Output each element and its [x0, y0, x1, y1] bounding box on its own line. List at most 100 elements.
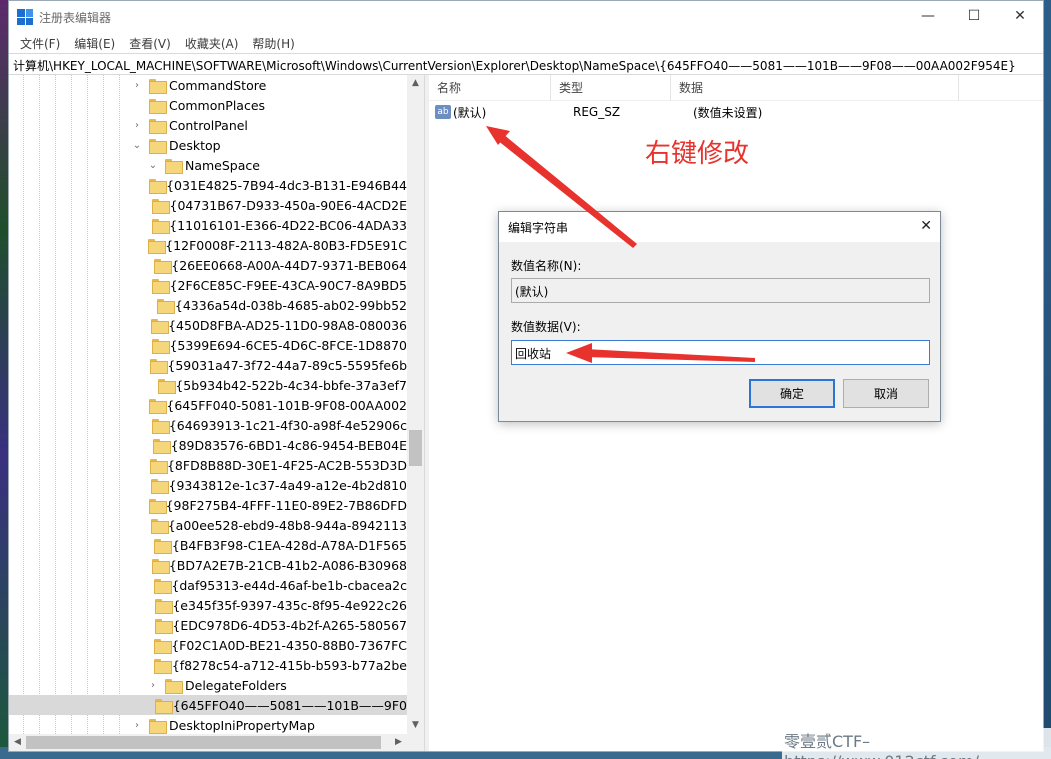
tree-node[interactable]: {12F0008F-2113-482A-80B3-FD5E91C	[9, 235, 407, 255]
tree-node[interactable]: CommonPlaces	[9, 95, 407, 115]
tree-node[interactable]: {26EE0668-A00A-44D7-9371-BEB064	[9, 255, 407, 275]
menu-help[interactable]: 帮助(H)	[245, 35, 301, 52]
dialog-title-bar[interactable]: 编辑字符串 ✕	[499, 212, 940, 242]
edit-string-dialog: 编辑字符串 ✕ 数值名称(N): (默认) 数值数据(V): 回收站 确定 取消	[498, 211, 941, 422]
ok-button[interactable]: 确定	[749, 379, 835, 408]
folder-icon	[148, 498, 167, 514]
tree-node-label: {B4FB3F98-C1EA-428d-A78A-D1F565	[171, 537, 407, 553]
value-row-default[interactable]: ab (默认) REG_SZ (数值未设置)	[429, 101, 1043, 123]
menu-view[interactable]: 查看(V)	[122, 35, 178, 52]
tree-horizontal-scrollbar[interactable]: ◀ ▶	[9, 734, 407, 751]
tree-node[interactable]: {f8278c54-a712-415b-b593-b77a2be	[9, 655, 407, 675]
string-value-icon: ab	[435, 105, 451, 119]
maximize-button[interactable]: ☐	[951, 1, 997, 31]
tree-node[interactable]: {B4FB3F98-C1EA-428d-A78A-D1F565	[9, 535, 407, 555]
tree-node[interactable]: {2F6CE85C-F9EE-43CA-90C7-8A9BD5	[9, 275, 407, 295]
folder-icon	[157, 298, 175, 314]
folder-icon	[151, 478, 170, 494]
tree-node-label: {BD7A2E7B-21CB-41b2-A086-B30968	[168, 557, 407, 573]
tree-node[interactable]: {64693913-1c21-4f30-a98f-4e52906c	[9, 415, 407, 435]
tree-node[interactable]: {031E4825-7B94-4dc3-B131-E946B44	[9, 175, 407, 195]
tree-node[interactable]: {daf95313-e44d-46af-be1b-cbacea2c	[9, 575, 407, 595]
tree-node[interactable]: {9343812e-1c37-4a49-a12e-4b2d810	[9, 475, 407, 495]
tree-node-label: {64693913-1c21-4f30-a98f-4e52906c	[168, 417, 407, 433]
tree-scroll-thumb[interactable]	[409, 430, 422, 466]
title-bar[interactable]: 注册表编辑器 — ☐ ✕	[9, 1, 1043, 33]
tree-node-label: {8FD8B88D-30E1-4F25-AC2B-553D3D	[166, 457, 407, 473]
folder-icon	[149, 398, 168, 414]
tree-node-label: {a00ee528-ebd9-48b8-944a-8942113	[167, 517, 407, 533]
tree-node-label: {11016101-E366-4D22-BC06-4ADA33	[169, 217, 407, 233]
collapse-chevron-icon[interactable]: ⌄	[147, 160, 159, 171]
tree-node[interactable]: {89D83576-6BD1-4c86-9454-BEB04E	[9, 435, 407, 455]
tree-node[interactable]: {645FFO40——5081——101B——9F0	[9, 695, 407, 715]
scroll-up-icon[interactable]: ▲	[407, 75, 424, 92]
folder-icon	[149, 458, 168, 474]
value-data: (数值未设置)	[693, 105, 763, 120]
column-data[interactable]: 数据	[671, 74, 959, 101]
tree-node[interactable]: {98F275B4-4FFF-11E0-89E2-7B86DFD	[9, 495, 407, 515]
tree-node[interactable]: {450D8FBA-AD25-11D0-98A8-080036	[9, 315, 407, 335]
tree-node[interactable]: {5b934b42-522b-4c34-bbfe-37a3ef7	[9, 375, 407, 395]
tree-node[interactable]: {11016101-E366-4D22-BC06-4ADA33	[9, 215, 407, 235]
tree-node[interactable]: {e345f35f-9397-435c-8f95-4e922c26	[9, 595, 407, 615]
tree-node-label: Desktop	[169, 137, 221, 153]
folder-icon	[157, 378, 176, 394]
tree-node[interactable]: › CommandStore	[9, 75, 407, 95]
watermark: 零壹贰CTF–https://www.012ctf.com/	[782, 728, 1051, 759]
column-type[interactable]: 类型	[551, 74, 671, 101]
tree-node-label: {F02C1A0D-BE21-4350-88B0-7367FC	[171, 637, 407, 653]
collapse-chevron-icon[interactable]: ⌄	[131, 140, 143, 151]
folder-icon	[149, 178, 168, 194]
tree-node-label: {04731B67-D933-450a-90E6-4ACD2E	[169, 197, 408, 213]
tree-node[interactable]: ⌄ Desktop	[9, 135, 407, 155]
tree-node[interactable]: {04731B67-D933-450a-90E6-4ACD2E	[9, 195, 407, 215]
menu-favorites[interactable]: 收藏夹(A)	[178, 35, 246, 52]
tree-node-label: {031E4825-7B94-4dc3-B131-E946B44	[166, 177, 407, 193]
tree-node[interactable]: {5399E694-6CE5-4D6C-8FCE-1D8870	[9, 335, 407, 355]
minimize-button[interactable]: —	[905, 1, 951, 31]
cancel-button[interactable]: 取消	[843, 379, 929, 408]
tree-node[interactable]: ⌄ NameSpace	[9, 155, 407, 175]
scroll-down-icon[interactable]: ▼	[407, 717, 424, 734]
tree-node[interactable]: {4336a54d-038b-4685-ab02-99bb52	[9, 295, 407, 315]
tree-node-label: {450D8FBA-AD25-11D0-98A8-080036	[168, 317, 407, 333]
close-button[interactable]: ✕	[997, 1, 1043, 31]
address-bar[interactable]: 计算机\HKEY_LOCAL_MACHINE\SOFTWARE\Microsof…	[9, 53, 1043, 75]
expand-chevron-icon[interactable]: ›	[131, 80, 143, 91]
tree-node[interactable]: › ControlPanel	[9, 115, 407, 135]
folder-icon	[149, 138, 167, 154]
value-data-input[interactable]: 回收站	[511, 340, 930, 365]
expand-chevron-icon[interactable]: ›	[131, 720, 143, 731]
dialog-close-icon[interactable]: ✕	[920, 218, 932, 234]
tree-node-label: NameSpace	[185, 157, 260, 173]
tree-node[interactable]: {59031a47-3f72-44a7-89c5-5595fe6b	[9, 355, 407, 375]
menu-file[interactable]: 文件(F)	[13, 35, 67, 52]
tree-node[interactable]: {a00ee528-ebd9-48b8-944a-8942113	[9, 515, 407, 535]
tree-node-label: {98F275B4-4FFF-11E0-89E2-7B86DFD	[165, 497, 407, 513]
expand-chevron-icon[interactable]: ›	[131, 120, 143, 131]
menu-edit[interactable]: 编辑(E)	[67, 35, 122, 52]
folder-icon	[150, 318, 170, 334]
tree-vertical-scrollbar[interactable]: ▲ ▼	[407, 75, 424, 734]
tree-node[interactable]: {EDC978D6-4D53-4b2f-A265-580567	[9, 615, 407, 635]
tree-node[interactable]: {BD7A2E7B-21CB-41b2-A086-B30968	[9, 555, 407, 575]
tree-node[interactable]: {F02C1A0D-BE21-4350-88B0-7367FC	[9, 635, 407, 655]
value-data-label: 数值数据(V):	[511, 320, 581, 334]
expand-chevron-icon[interactable]: ›	[147, 680, 159, 691]
folder-icon	[152, 218, 171, 234]
scroll-right-icon[interactable]: ▶	[390, 734, 407, 751]
tree-node-label: {26EE0668-A00A-44D7-9371-BEB064	[171, 257, 407, 273]
tree-node[interactable]: › DesktopIniPropertyMap	[9, 715, 407, 734]
tree-node[interactable]: {8FD8B88D-30E1-4F25-AC2B-553D3D	[9, 455, 407, 475]
folder-icon	[152, 278, 171, 294]
column-name[interactable]: 名称	[429, 74, 551, 101]
value-name-field: (默认)	[511, 278, 930, 303]
tree-node-label: {9343812e-1c37-4a49-a12e-4b2d810	[168, 477, 408, 493]
scrollbar-corner	[407, 734, 424, 751]
tree-node[interactable]: › DelegateFolders	[9, 675, 407, 695]
scroll-left-icon[interactable]: ◀	[9, 734, 26, 751]
folder-icon	[154, 538, 174, 554]
tree-node[interactable]: {645FF040-5081-101B-9F08-00AA002	[9, 395, 407, 415]
tree-hscroll-thumb[interactable]	[26, 736, 381, 749]
